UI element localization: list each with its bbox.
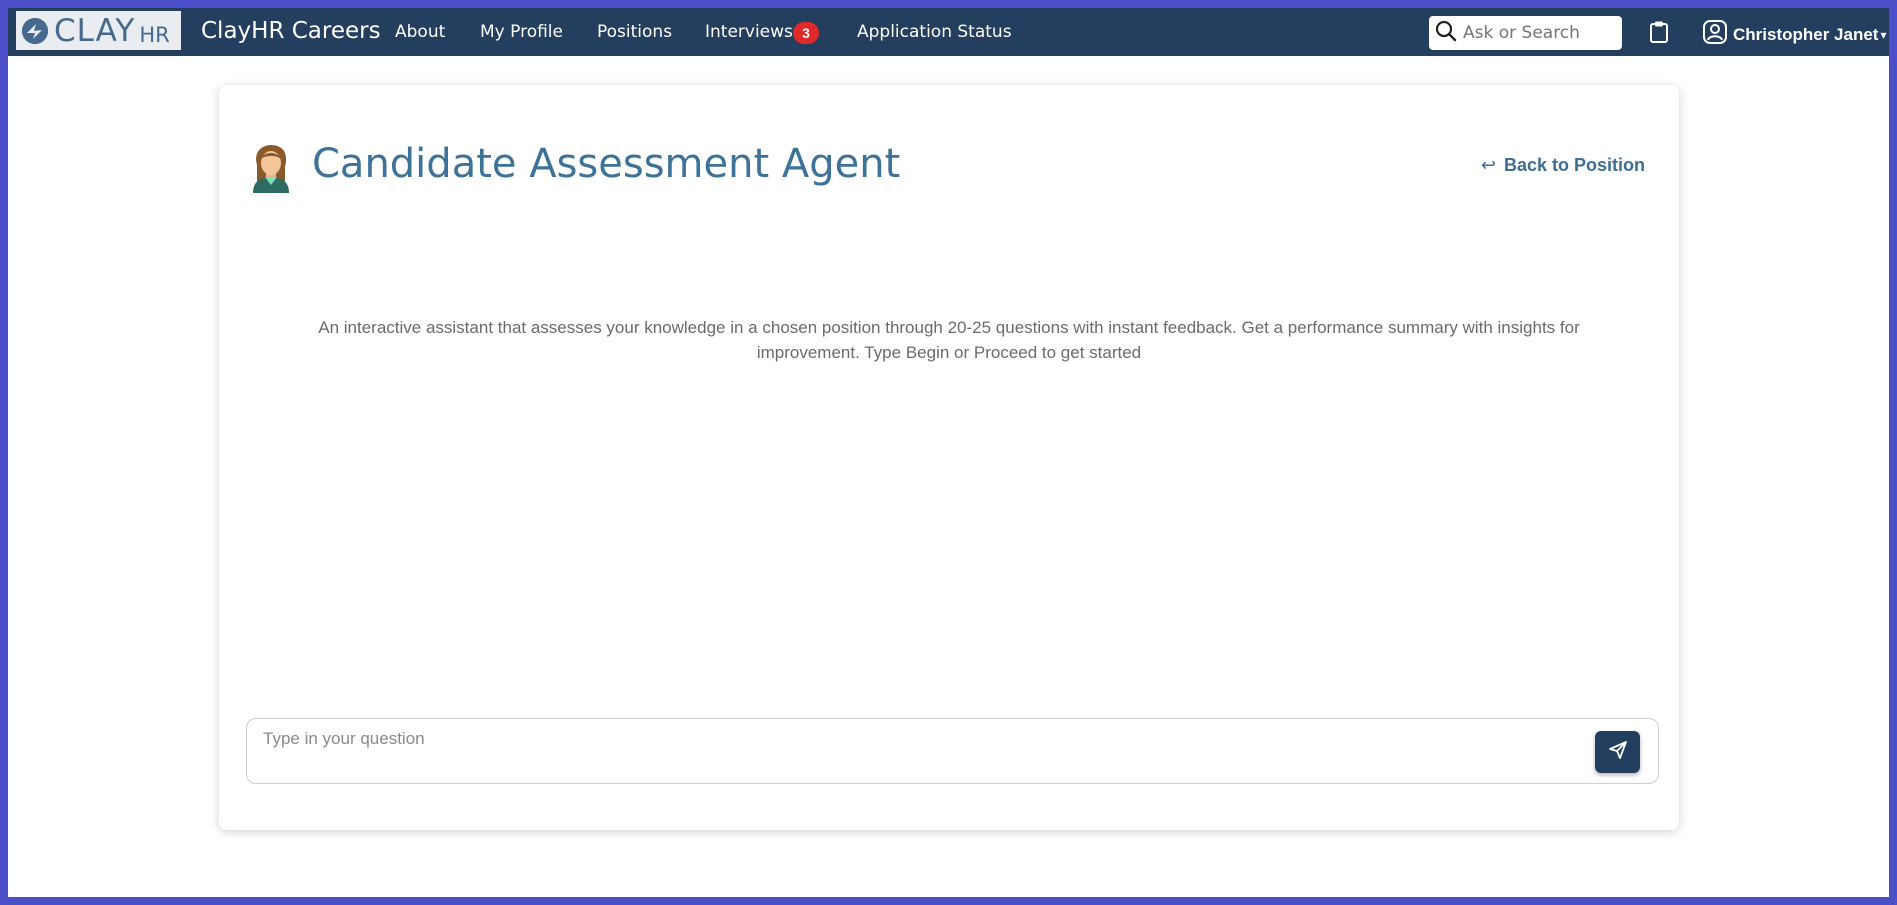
search-box[interactable]	[1429, 16, 1622, 50]
send-button[interactable]	[1595, 731, 1640, 773]
app-frame: CLAY HR ClayHR Careers About My Profile …	[8, 8, 1889, 897]
description-line-1: An interactive assistant that assesses y…	[318, 318, 1580, 337]
user-name: Christopher Janet	[1733, 24, 1879, 44]
assessment-card: Candidate Assessment Agent ↩ Back to Pos…	[219, 85, 1679, 830]
back-arrow-icon: ↩	[1480, 155, 1496, 175]
nav-application-status[interactable]: Application Status	[857, 22, 1012, 42]
user-menu[interactable]: Christopher Janet ▾	[1703, 20, 1887, 49]
top-navbar: CLAY HR ClayHR Careers About My Profile …	[8, 8, 1889, 56]
user-avatar-icon	[1703, 20, 1727, 49]
nav-my-profile[interactable]: My Profile	[480, 22, 563, 42]
logo-text: CLAY	[54, 12, 136, 49]
clayhr-logo-icon	[22, 17, 48, 44]
search-icon	[1435, 20, 1457, 47]
chevron-down-icon: ▾	[1880, 27, 1887, 42]
nav-about[interactable]: About	[395, 22, 445, 42]
description-line-2: improvement. Type Begin or Proceed to ge…	[756, 343, 1142, 362]
search-input[interactable]	[1463, 23, 1613, 43]
interviews-count-badge: 3	[793, 22, 819, 44]
send-icon	[1608, 740, 1628, 765]
nav-interviews[interactable]: Interviews	[705, 22, 793, 42]
agent-avatar-icon	[249, 143, 293, 198]
agent-description: An interactive assistant that assesses y…	[279, 315, 1619, 365]
nav-positions[interactable]: Positions	[597, 22, 672, 42]
question-input-box	[246, 718, 1659, 784]
brand-link[interactable]: ClayHR Careers	[201, 18, 381, 44]
question-input[interactable]	[263, 729, 1563, 769]
back-to-position-label: Back to Position	[1503, 155, 1645, 175]
clayhr-logo[interactable]: CLAY HR	[16, 11, 181, 50]
clipboard-icon[interactable]	[1648, 20, 1670, 49]
page-title: Candidate Assessment Agent	[312, 141, 901, 187]
back-to-position-link[interactable]: ↩ Back to Position	[1481, 155, 1645, 176]
logo-suffix: HR	[139, 22, 170, 47]
